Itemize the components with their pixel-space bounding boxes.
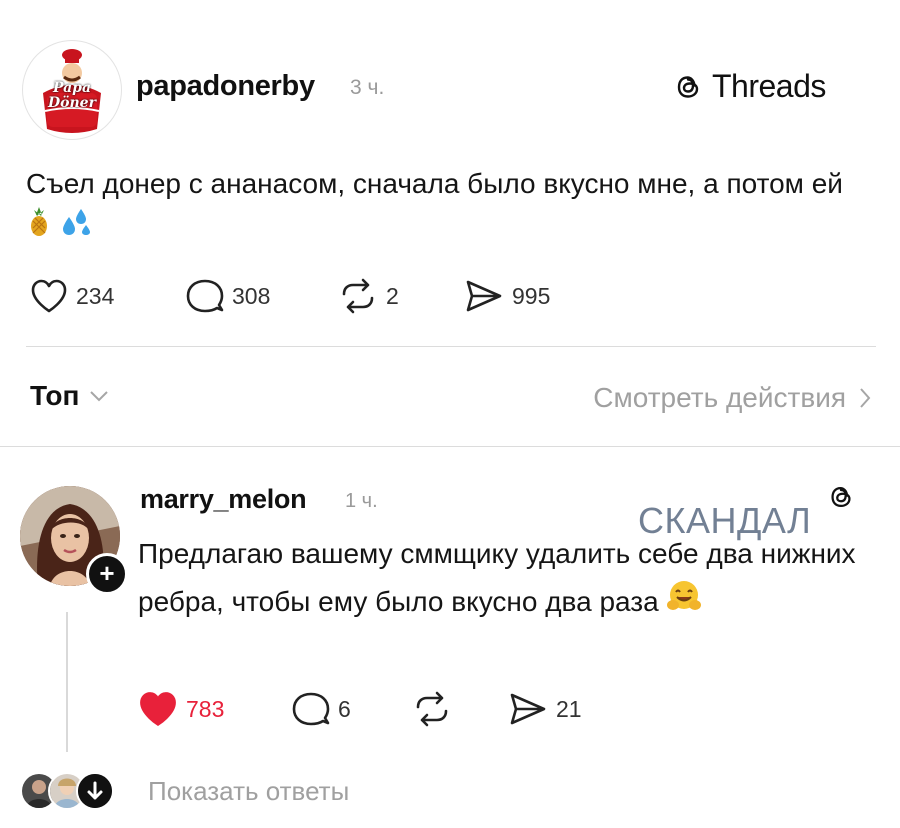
post-text-content: Съел донер с ананасом, сначала было вкус… xyxy=(26,168,843,199)
reply-share-count: 21 xyxy=(556,695,582,722)
hugging-face-icon xyxy=(666,579,702,628)
show-replies-avatars[interactable] xyxy=(20,772,114,810)
like-button[interactable]: 234 xyxy=(30,278,186,314)
comment-button[interactable]: 308 xyxy=(186,278,338,314)
heart-icon xyxy=(140,692,176,727)
reply-comment-button[interactable]: 6 xyxy=(292,691,412,727)
pineapple-icon xyxy=(26,206,52,250)
like-count: 234 xyxy=(76,282,115,309)
post-time: 3 ч. xyxy=(350,76,385,99)
share-button[interactable]: 995 xyxy=(464,278,550,314)
share-icon xyxy=(510,693,546,725)
reply-comment-count: 6 xyxy=(338,695,351,722)
reply-username[interactable]: marry_melon xyxy=(140,484,307,515)
reply-text-content: Предлагаю вашему сммщику удалить себе дв… xyxy=(138,538,856,617)
chevron-down-icon xyxy=(90,391,109,402)
reply-repost-button[interactable] xyxy=(412,691,508,727)
show-replies-link[interactable]: Показать ответы xyxy=(148,776,349,807)
view-activity-label: Смотреть действия xyxy=(593,382,846,413)
sort-label: Топ xyxy=(30,380,80,411)
repost-count: 2 xyxy=(386,282,399,309)
follow-plus-button[interactable]: + xyxy=(86,553,128,595)
comment-icon xyxy=(186,279,224,313)
threads-brand-label: Threads xyxy=(712,68,826,104)
arrow-down-badge xyxy=(76,772,114,810)
post-username[interactable]: papadonerby xyxy=(136,70,315,103)
reply-like-count: 783 xyxy=(186,695,225,722)
view-activity-link[interactable]: Смотреть действия xyxy=(593,382,872,414)
repost-button[interactable]: 2 xyxy=(338,278,464,314)
repost-icon xyxy=(342,278,374,314)
logo-line-2: Döner xyxy=(48,95,96,111)
reply-share-button[interactable]: 21 xyxy=(508,691,582,727)
threads-logo-icon xyxy=(677,75,699,98)
comment-count: 308 xyxy=(232,282,271,309)
reply-like-button[interactable]: 783 xyxy=(138,690,292,728)
repost-icon xyxy=(416,691,448,727)
logo-line-1: Papa xyxy=(52,80,92,96)
threads-logo-icon xyxy=(831,486,851,508)
share-count: 995 xyxy=(512,282,551,309)
sort-dropdown[interactable]: Топ xyxy=(30,380,109,412)
sweat-droplets-icon xyxy=(60,207,92,249)
comment-icon xyxy=(292,692,330,726)
share-icon xyxy=(466,280,502,312)
divider xyxy=(26,346,876,347)
section-divider xyxy=(0,446,900,447)
reply-time: 1 ч. xyxy=(345,490,378,512)
post-text: Съел донер с ананасом, сначала было вкус… xyxy=(26,163,876,250)
post-avatar[interactable]: Papa Döner xyxy=(22,40,122,140)
heart-icon xyxy=(31,279,67,313)
threads-brand: Threads xyxy=(672,68,826,105)
reply-threads-badge xyxy=(826,482,856,517)
reply-text: Предлагаю вашему сммщику удалить себе дв… xyxy=(138,530,883,628)
chevron-right-icon xyxy=(860,388,871,408)
plus-icon: + xyxy=(99,558,115,588)
post-actions: 234 308 2 995 xyxy=(30,278,550,314)
arrow-down-icon xyxy=(78,774,112,808)
thread-line xyxy=(66,612,68,752)
reply-actions: 783 6 21 xyxy=(138,690,582,728)
